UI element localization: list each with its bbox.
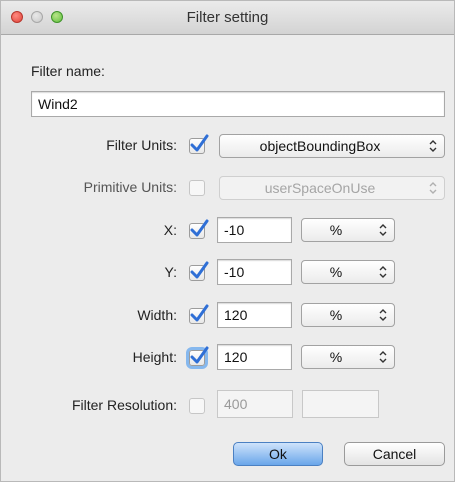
checkmark-icon — [190, 346, 209, 364]
checkmark-icon — [190, 304, 209, 322]
filter-setting-window: Filter setting Filter name: Filter Units… — [0, 0, 455, 482]
x-label: X: — [163, 222, 177, 238]
y-unit-select[interactable]: % — [301, 260, 395, 284]
width-label: Width: — [137, 307, 177, 323]
x-unit-selected: % — [329, 222, 343, 238]
updown-arrows-icon — [429, 182, 437, 194]
window-title: Filter setting — [186, 9, 269, 26]
filter-units-select[interactable]: objectBoundingBox — [219, 134, 445, 158]
filter-resolution-y-input[interactable] — [302, 390, 379, 418]
checkmark-icon — [190, 219, 209, 237]
x-unit-select[interactable]: % — [301, 218, 395, 242]
filter-name-label: Filter name: — [31, 63, 105, 79]
height-unit-select[interactable]: % — [301, 345, 395, 369]
y-unit-selected: % — [329, 264, 343, 280]
updown-arrows-icon — [429, 140, 437, 152]
filter-units-checkbox[interactable] — [189, 134, 209, 154]
checkmark-icon — [190, 261, 209, 279]
cancel-button[interactable]: Cancel — [344, 442, 445, 466]
width-unit-select[interactable]: % — [301, 303, 395, 327]
y-input[interactable] — [217, 259, 292, 285]
checkmark-icon — [190, 134, 209, 152]
height-label: Height: — [132, 349, 177, 365]
updown-arrows-icon — [379, 309, 387, 321]
updown-arrows-icon — [379, 224, 387, 236]
x-checkbox[interactable] — [189, 219, 209, 239]
y-checkbox[interactable] — [189, 261, 209, 281]
primitive-units-label: Primitive Units: — [83, 179, 177, 195]
filter-units-label: Filter Units: — [106, 137, 177, 153]
ok-button[interactable]: Ok — [233, 442, 323, 466]
primitive-units-selected: userSpaceOnUse — [264, 180, 376, 196]
width-unit-selected: % — [329, 307, 343, 323]
filter-units-selected: objectBoundingBox — [259, 138, 381, 154]
height-input[interactable] — [217, 344, 292, 370]
width-input[interactable] — [217, 302, 292, 328]
x-input[interactable] — [217, 217, 292, 243]
primitive-units-select[interactable]: userSpaceOnUse — [219, 176, 445, 200]
titlebar[interactable]: Filter setting — [1, 1, 454, 35]
updown-arrows-icon — [379, 266, 387, 278]
filter-name-input[interactable] — [31, 91, 445, 117]
filter-resolution-label: Filter Resolution: — [71, 397, 177, 413]
filter-resolution-checkbox[interactable] — [189, 398, 205, 414]
width-checkbox[interactable] — [189, 304, 209, 324]
height-unit-selected: % — [329, 349, 343, 365]
height-checkbox[interactable] — [189, 346, 209, 366]
filter-resolution-x-input[interactable] — [217, 390, 293, 418]
primitive-units-checkbox[interactable] — [189, 180, 205, 196]
updown-arrows-icon — [379, 351, 387, 363]
y-label: Y: — [164, 264, 177, 280]
